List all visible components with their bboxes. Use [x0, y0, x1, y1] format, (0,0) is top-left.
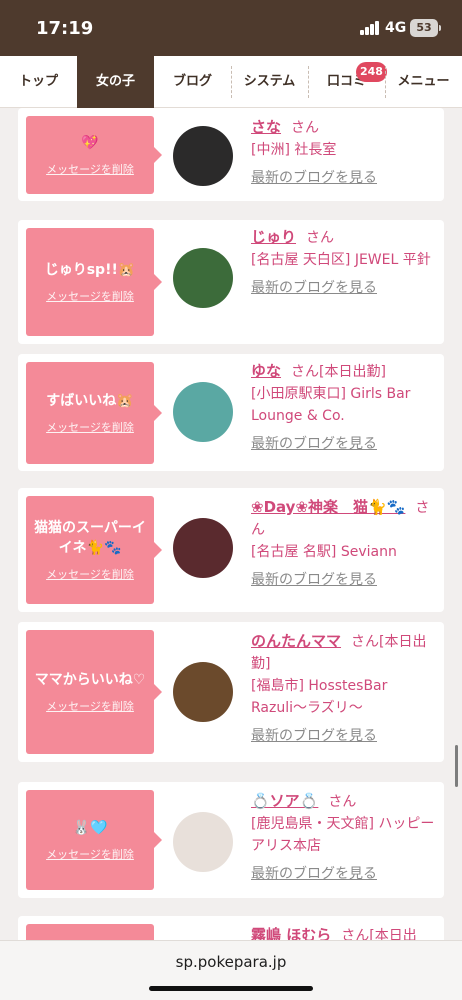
message-card: 霧嶋 ほむら さん[本日出 [18, 916, 444, 940]
delete-message-link[interactable]: メッセージを削除 [46, 698, 134, 714]
honorific: さん [291, 120, 320, 136]
status-bar: 17:19 4G 53 [0, 0, 462, 56]
tab-blog[interactable]: ブログ [154, 56, 231, 108]
girl-info: さな さん [中洲] 社長室 最新のブログを見る [251, 116, 437, 189]
avatar[interactable] [173, 812, 233, 872]
girl-name-link[interactable]: ゆな [251, 362, 281, 380]
message-card: 猫猫のスーパーイイネ🐈🐾 メッセージを削除 ❀Day❀神楽 猫🐈🐾 さん [名古屋… [18, 488, 444, 612]
kuchikomi-count-badge: 248 [356, 62, 387, 82]
message-text: 🐰🩵 [72, 820, 108, 836]
message-text: 💖 [81, 135, 99, 151]
shop-name: [小田原駅東口] Girls Bar Lounge & Co. [251, 386, 411, 424]
avatar[interactable] [173, 518, 233, 578]
signal-icon [360, 21, 380, 35]
message-text: じゅりsp!!🐹 [44, 262, 136, 278]
tab-top[interactable]: トップ [0, 56, 77, 108]
girl-info: 💍ソア💍 さん [鹿児島県・天文館] ハッピーアリス本店 最新のブログを見る [251, 790, 437, 885]
girl-info: 霧嶋 ほむら さん[本日出 [251, 924, 437, 940]
latest-blog-link[interactable]: 最新のブログを見る [251, 725, 437, 747]
tab-menu[interactable]: メニュー [385, 56, 462, 108]
latest-blog-link[interactable]: 最新のブログを見る [251, 863, 437, 885]
battery-icon: 53 [410, 19, 438, 37]
message-text: すばいいね🐹 [46, 393, 134, 409]
girl-name-link[interactable]: じゅり [251, 228, 296, 246]
nav-tabs: トップ 女の子 ブログ システム 口コミ 248 メニュー [0, 56, 462, 108]
girl-name-link[interactable]: 霧嶋 ほむら [251, 926, 331, 940]
honorific: さん[本日出 [341, 928, 417, 940]
honorific: さん [328, 794, 357, 810]
shop-name: [鹿児島県・天文館] ハッピーアリス本店 [251, 816, 435, 854]
avatar[interactable] [173, 126, 233, 186]
girl-name-link[interactable]: のんたんママ [251, 632, 341, 650]
avatar[interactable] [173, 662, 233, 722]
home-indicator[interactable] [149, 986, 313, 991]
girl-info: じゅり さん [名古屋 天白区] JEWEL 平針 最新のブログを見る [251, 226, 437, 299]
status-time: 17:19 [36, 18, 94, 39]
message-card: 💖 メッセージを削除 さな さん [中洲] 社長室 最新のブログを見る [18, 108, 444, 201]
tab-girls[interactable]: 女の子 [77, 56, 154, 108]
honorific: さん[本日出勤] [291, 364, 386, 380]
url-text: sp.pokepara.jp [175, 953, 287, 971]
avatar[interactable] [173, 248, 233, 308]
message-bubble: すばいいね🐹 メッセージを削除 [26, 362, 162, 464]
message-bubble: 🐰🩵 メッセージを削除 [26, 790, 162, 890]
shop-name: [名古屋 天白区] JEWEL 平針 [251, 252, 431, 268]
latest-blog-link[interactable]: 最新のブログを見る [251, 167, 437, 189]
message-bubble: じゅりsp!!🐹 メッセージを削除 [26, 228, 162, 336]
tab-system[interactable]: システム [231, 56, 308, 108]
girl-info: ゆな さん[本日出勤] [小田原駅東口] Girls Bar Lounge & C… [251, 360, 437, 455]
girl-info: ❀Day❀神楽 猫🐈🐾 さん [名古屋 名駅] Seviann 最新のブログを見る [251, 496, 437, 591]
delete-message-link[interactable]: メッセージを削除 [46, 846, 134, 862]
girl-name-link[interactable]: さな [251, 118, 281, 136]
message-text: ママからいいね♡ [34, 672, 146, 688]
shop-name: [中洲] 社長室 [251, 142, 337, 158]
message-bubble: ママからいいね♡ メッセージを削除 [26, 630, 162, 754]
message-bubble [26, 924, 154, 940]
shop-name: [福島市] HosstesBar Razuli〜ラズリ〜 [251, 678, 388, 716]
shop-name: [名古屋 名駅] Seviann [251, 544, 397, 560]
latest-blog-link[interactable]: 最新のブログを見る [251, 277, 437, 299]
message-card: ママからいいね♡ メッセージを削除 のんたんママ さん[本日出勤] [福島市] H… [18, 622, 444, 762]
message-card: じゅりsp!!🐹 メッセージを削除 じゅり さん [名古屋 天白区] JEWEL … [18, 220, 444, 344]
message-feed: 💖 メッセージを削除 さな さん [中洲] 社長室 最新のブログを見る じゅりsp… [0, 108, 462, 940]
message-card: 🐰🩵 メッセージを削除 💍ソア💍 さん [鹿児島県・天文館] ハッピーアリス本店 … [18, 782, 444, 898]
girl-name-link[interactable]: ❀Day❀神楽 猫🐈🐾 [251, 498, 405, 516]
message-bubble: 猫猫のスーパーイイネ🐈🐾 メッセージを削除 [26, 496, 162, 604]
message-text: 猫猫のスーパーイイネ🐈🐾 [34, 520, 146, 556]
browser-url-bar[interactable]: sp.pokepara.jp [0, 940, 462, 1000]
delete-message-link[interactable]: メッセージを削除 [46, 566, 134, 582]
girl-info: のんたんママ さん[本日出勤] [福島市] HosstesBar Razuli〜ラ… [251, 630, 437, 747]
delete-message-link[interactable]: メッセージを削除 [46, 419, 134, 435]
message-card: すばいいね🐹 メッセージを削除 ゆな さん[本日出勤] [小田原駅東口] Girl… [18, 354, 444, 471]
message-bubble: 💖 メッセージを削除 [26, 116, 162, 194]
delete-message-link[interactable]: メッセージを削除 [46, 288, 134, 304]
network-label: 4G [385, 20, 407, 36]
scrollbar[interactable] [455, 745, 458, 787]
honorific: さん [306, 230, 335, 246]
delete-message-link[interactable]: メッセージを削除 [46, 161, 134, 177]
latest-blog-link[interactable]: 最新のブログを見る [251, 433, 437, 455]
latest-blog-link[interactable]: 最新のブログを見る [251, 569, 437, 591]
avatar[interactable] [173, 382, 233, 442]
battery-tip [439, 25, 441, 31]
girl-name-link[interactable]: 💍ソア💍 [251, 792, 318, 810]
